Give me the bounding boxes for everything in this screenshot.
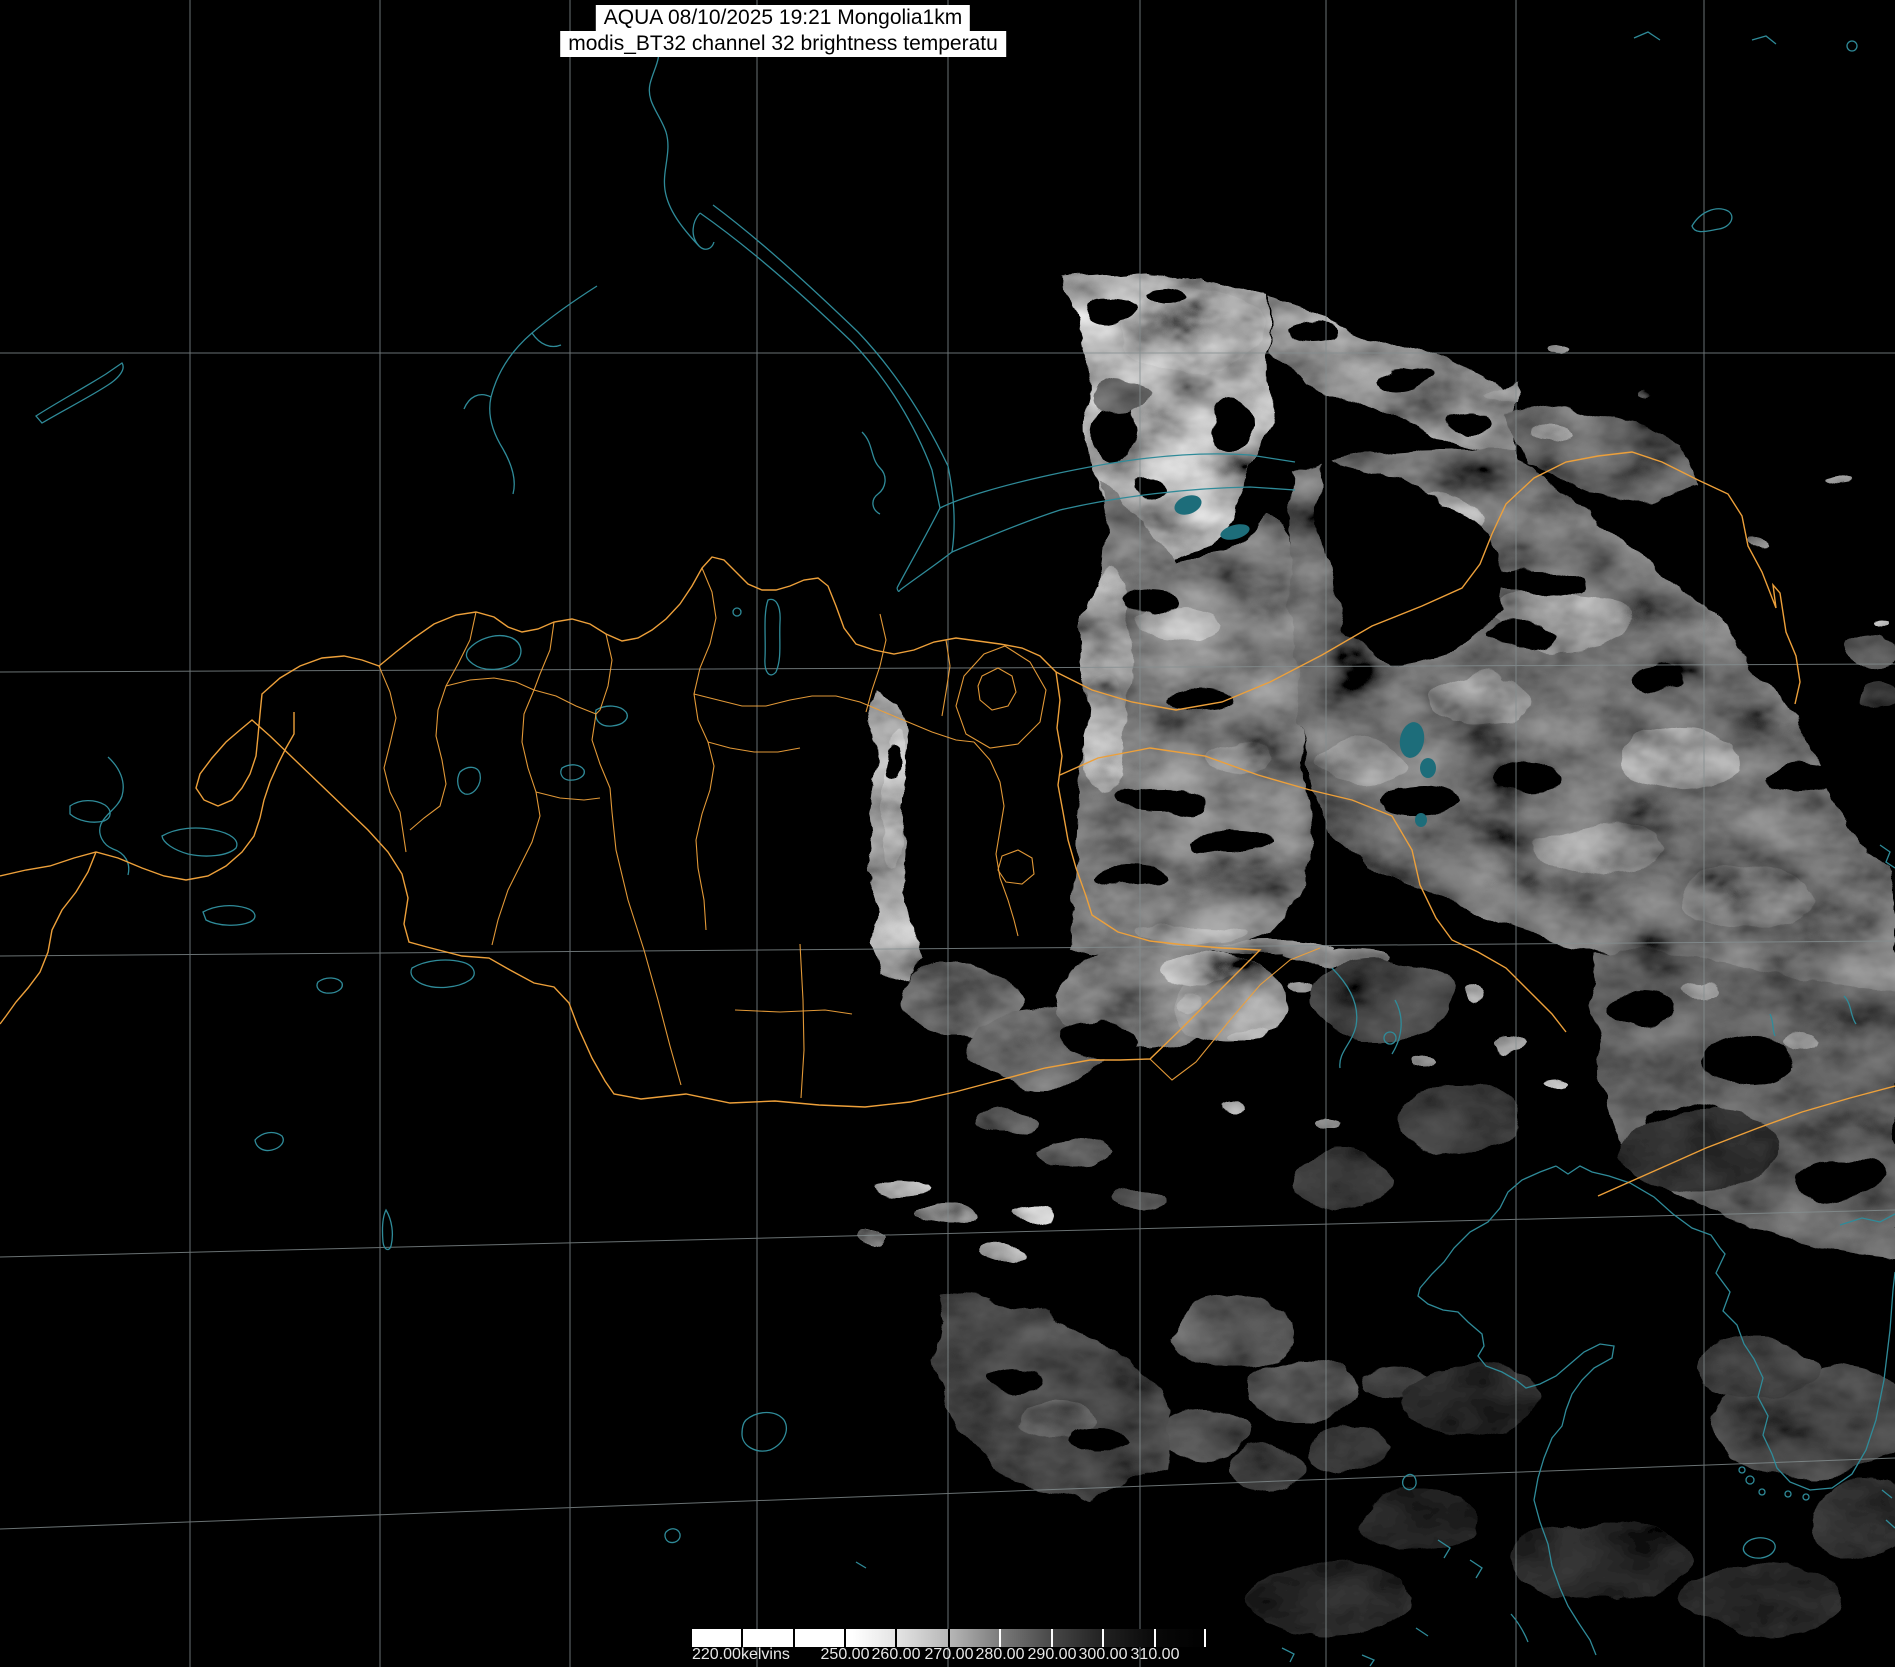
cloud-imagery-layer bbox=[861, 250, 1895, 1636]
colorbar-tick bbox=[948, 1629, 950, 1647]
colorbar-tick bbox=[1102, 1629, 1104, 1647]
lake-khovsgol bbox=[765, 599, 780, 674]
colorbar-tick bbox=[895, 1629, 897, 1647]
colorbar-tick-label: 270.00 bbox=[925, 1646, 974, 1664]
jeju-island bbox=[1743, 1538, 1775, 1558]
flag-lake bbox=[411, 960, 474, 987]
topright-squiggle-2 bbox=[1752, 36, 1776, 44]
reservoir-sliver bbox=[36, 363, 123, 423]
kelvin-colorbar bbox=[692, 1629, 1210, 1647]
west-lake-arrow bbox=[255, 1133, 283, 1151]
topright-curl bbox=[1692, 209, 1732, 232]
colorbar-tick bbox=[844, 1629, 846, 1647]
image-title-line1: AQUA 08/10/2025 19:21 Mongolia1km bbox=[596, 5, 970, 31]
korea-island-1 bbox=[1746, 1476, 1754, 1484]
colorbar-tick-label: 300.00 bbox=[1079, 1646, 1128, 1664]
colorbar-tick-label: 250.00 bbox=[821, 1646, 870, 1664]
colorbar-unit-label: 220.00kelvins bbox=[692, 1646, 790, 1664]
korea-island-2 bbox=[1759, 1489, 1765, 1495]
gobi-lake-blob bbox=[742, 1413, 786, 1452]
angara-river bbox=[649, 40, 699, 246]
coast-island-w bbox=[1403, 1474, 1416, 1489]
cloud-lake-5 bbox=[1415, 813, 1427, 827]
kazakhstan-border-south bbox=[0, 852, 96, 1024]
colorbar-tick bbox=[999, 1629, 1001, 1647]
west-sliver-lake bbox=[382, 1210, 392, 1249]
pond-khovsgol-west bbox=[733, 608, 741, 616]
lake-uvs bbox=[466, 636, 521, 670]
colorbar-tick-label: 310.00 bbox=[1131, 1646, 1180, 1664]
colorbar-tick-label: 290.00 bbox=[1028, 1646, 1077, 1664]
colorbar-tick bbox=[1204, 1629, 1206, 1647]
kazakhstan-china-border bbox=[0, 712, 294, 880]
gobi-lake-tiny bbox=[665, 1529, 680, 1543]
korea-island-3 bbox=[1739, 1467, 1745, 1473]
cloud-lake-4 bbox=[1420, 758, 1436, 778]
image-title-line2: modis_BT32 channel 32 brightness tempera… bbox=[560, 31, 1006, 57]
colorbar-tick bbox=[741, 1629, 743, 1647]
korea-island-4 bbox=[1785, 1491, 1791, 1497]
colorbar-tick bbox=[793, 1629, 795, 1647]
satellite-image-viewport: AQUA 08/10/2025 19:21 Mongolia1km modis_… bbox=[0, 0, 1895, 1667]
lake-small-2 bbox=[458, 767, 481, 794]
korea-island-5 bbox=[1803, 1494, 1809, 1500]
west-lake-3 bbox=[203, 906, 255, 926]
colorbar-tick bbox=[1154, 1629, 1156, 1647]
selenga-river bbox=[862, 432, 885, 514]
lake-baikal-south-tip bbox=[897, 508, 952, 591]
yenisei-river bbox=[464, 286, 597, 494]
lake-small-1 bbox=[561, 765, 584, 780]
map-canvas bbox=[0, 0, 1895, 1667]
cloud-bottom-center bbox=[934, 1295, 1172, 1500]
colorbar-tick bbox=[1051, 1629, 1053, 1647]
west-lake-2 bbox=[162, 828, 237, 856]
topright-squiggle-1 bbox=[1634, 32, 1660, 40]
small-lake-318 bbox=[317, 978, 342, 993]
colorbar-tick-label: 260.00 bbox=[872, 1646, 921, 1664]
topright-dot bbox=[1847, 41, 1857, 51]
colorbar-tick-label: 280.00 bbox=[976, 1646, 1025, 1664]
